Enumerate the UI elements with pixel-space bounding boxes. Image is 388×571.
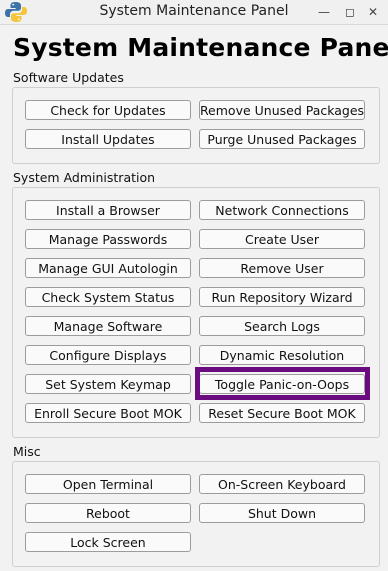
manage-software-button[interactable]: Manage Software [25,316,191,336]
set-system-keymap-button[interactable]: Set System Keymap [25,374,191,394]
install-updates-button[interactable]: Install Updates [25,129,191,149]
system-administration-group: Install a Browser Network Connections Ma… [12,187,380,438]
lock-screen-button[interactable]: Lock Screen [25,532,191,552]
minimize-icon[interactable]: — [316,4,332,20]
remove-unused-packages-button[interactable]: Remove Unused Packages [199,100,365,120]
software-updates-group: Check for Updates Remove Unused Packages… [12,87,380,164]
remove-user-button[interactable]: Remove User [199,258,365,278]
section-label-software-updates: Software Updates [13,70,124,85]
network-connections-button[interactable]: Network Connections [199,200,365,220]
check-system-status-button[interactable]: Check System Status [25,287,191,307]
misc-group: Open Terminal On-Screen Keyboard Reboot … [12,461,380,567]
manage-passwords-button[interactable]: Manage Passwords [25,229,191,249]
reset-secure-boot-mok-button[interactable]: Reset Secure Boot MOK [199,403,365,423]
focus-highlight [195,367,370,400]
dynamic-resolution-button[interactable]: Dynamic Resolution [199,345,365,365]
manage-gui-autologin-button[interactable]: Manage GUI Autologin [25,258,191,278]
title-bar: System Maintenance Panel — ◻ ✕ [0,0,388,25]
on-screen-keyboard-button[interactable]: On-Screen Keyboard [199,474,365,494]
panel-heading: System Maintenance Panel [13,33,388,62]
enroll-secure-boot-mok-button[interactable]: Enroll Secure Boot MOK [25,403,191,423]
close-icon[interactable]: ✕ [365,4,381,20]
search-logs-button[interactable]: Search Logs [199,316,365,336]
configure-displays-button[interactable]: Configure Displays [25,345,191,365]
section-label-system-administration: System Administration [13,170,156,185]
create-user-button[interactable]: Create User [199,229,365,249]
reboot-button[interactable]: Reboot [25,503,191,523]
check-for-updates-button[interactable]: Check for Updates [25,100,191,120]
shut-down-button[interactable]: Shut Down [199,503,365,523]
section-label-misc: Misc [13,444,41,459]
install-browser-button[interactable]: Install a Browser [25,200,191,220]
run-repository-wizard-button[interactable]: Run Repository Wizard [199,287,365,307]
maximize-icon[interactable]: ◻ [342,4,358,20]
purge-unused-packages-button[interactable]: Purge Unused Packages [199,129,365,149]
open-terminal-button[interactable]: Open Terminal [25,474,191,494]
